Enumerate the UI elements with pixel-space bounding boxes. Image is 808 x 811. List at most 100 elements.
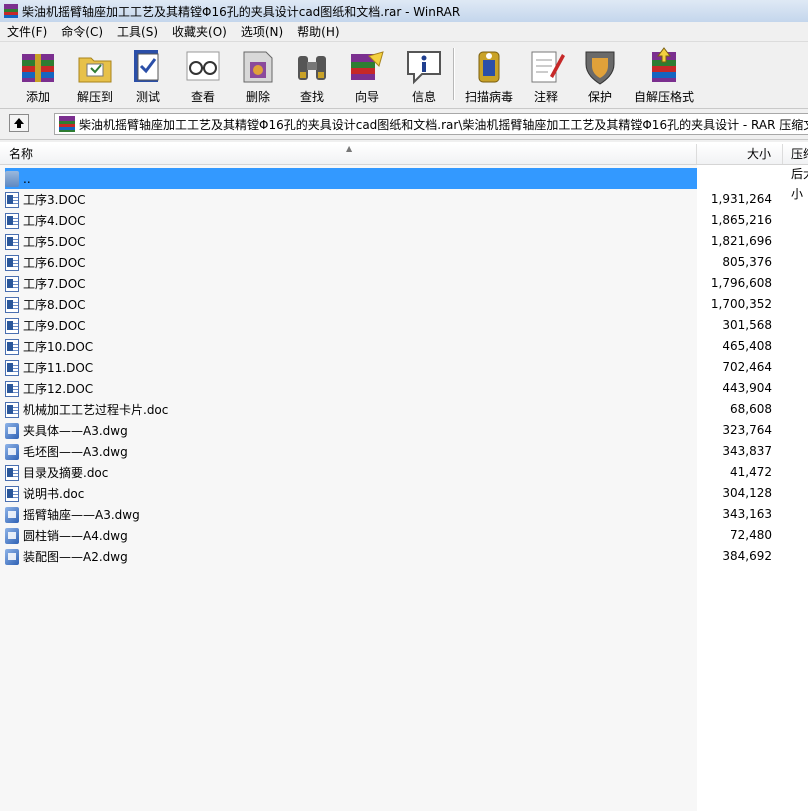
file-size: 343,837 <box>722 444 772 458</box>
word-document-icon <box>5 254 19 271</box>
file-row[interactable]: 工序9.DOC 301,568 <box>0 315 808 336</box>
file-row[interactable]: 工序4.DOC 1,865,216 <box>0 210 808 231</box>
test-button[interactable]: 测试 <box>128 44 168 104</box>
scan-virus-button[interactable]: 扫描病毒 <box>462 44 516 104</box>
file-size <box>697 168 772 189</box>
dwg-drawing-icon <box>5 506 19 523</box>
file-rows: .. 工序3.DOC 1,931,264 工序4.DOC 1,865,216 工序5.DO… <box>0 168 808 567</box>
file-row[interactable]: 工序6.DOC 805,376 <box>0 252 808 273</box>
file-row[interactable]: 工序8.DOC 1,700,352 <box>0 294 808 315</box>
file-size: 1,796,608 <box>710 276 772 290</box>
file-size: 465,408 <box>722 339 772 353</box>
comment-label: 注释 <box>533 90 558 104</box>
protect-label: 保护 <box>587 90 612 104</box>
file-row[interactable]: 工序12.DOC 443,904 <box>0 378 808 399</box>
word-document-icon <box>5 401 19 418</box>
file-size: 1,865,216 <box>710 213 772 227</box>
dwg-drawing-icon <box>5 422 19 439</box>
file-name: .. <box>23 171 31 186</box>
up-one-level-button[interactable] <box>9 114 29 132</box>
menu-options[interactable]: 选项(N) <box>234 23 290 40</box>
word-document-icon <box>5 233 19 250</box>
parent-folder-row[interactable]: .. <box>0 168 808 189</box>
word-document-icon <box>5 338 19 355</box>
word-document-icon <box>5 380 19 397</box>
file-row[interactable]: 目录及摘要.doc 41,472 <box>0 462 808 483</box>
file-name-cell: 工序7.DOC <box>5 273 697 294</box>
sfx-archive-icon <box>644 46 684 86</box>
file-row[interactable]: 工序5.DOC 1,821,696 <box>0 231 808 252</box>
file-name-cell: 工序5.DOC <box>5 231 697 252</box>
dwg-drawing-icon <box>5 443 19 460</box>
file-row[interactable]: 工序10.DOC 465,408 <box>0 336 808 357</box>
menu-favorites[interactable]: 收藏夹(O) <box>165 23 234 40</box>
file-name-cell: 说明书.doc <box>5 483 697 504</box>
find-binoculars-icon <box>292 46 332 86</box>
file-name: 工序7.DOC <box>23 277 86 291</box>
column-size-label: 大小 <box>746 147 771 161</box>
menu-commands[interactable]: 命令(C) <box>54 23 110 40</box>
file-row[interactable]: 装配图——A2.dwg 384,692 <box>0 546 808 567</box>
wizard-button[interactable]: 向导 <box>345 44 389 104</box>
menu-tools[interactable]: 工具(S) <box>110 23 165 40</box>
find-label: 查找 <box>299 90 324 104</box>
file-name: 装配图——A2.dwg <box>23 550 128 564</box>
winrar-app-icon <box>4 4 18 18</box>
add-button[interactable]: 添加 <box>14 44 62 104</box>
comment-pen-icon <box>526 46 566 86</box>
menu-bar: 文件(F) 命令(C) 工具(S) 收藏夹(O) 选项(N) 帮助(H) <box>0 22 808 42</box>
file-row[interactable]: 说明书.doc 304,128 <box>0 483 808 504</box>
file-row[interactable]: 毛坯图——A3.dwg 343,837 <box>0 441 808 462</box>
sort-ascending-icon: ▲ <box>346 144 353 153</box>
extract-to-button[interactable]: 解压到 <box>70 44 120 104</box>
view-glasses-icon <box>183 46 223 86</box>
protect-button[interactable]: 保护 <box>580 44 620 104</box>
file-size: 304,128 <box>722 486 772 500</box>
parent-folder-icon <box>5 170 19 187</box>
add-archive-icon <box>18 46 58 86</box>
dwg-drawing-icon <box>5 527 19 544</box>
file-size: 1,931,264 <box>710 192 772 206</box>
path-field[interactable]: 柴油机摇臂轴座加工工艺及其精镗Φ16孔的夹具设计cad图纸和文档.rar\柴油机… <box>54 113 808 135</box>
word-document-icon <box>5 317 19 334</box>
file-name: 工序8.DOC <box>23 298 86 312</box>
test-icon <box>128 46 168 86</box>
view-button[interactable]: 查看 <box>180 44 226 104</box>
menu-file[interactable]: 文件(F) <box>0 23 54 40</box>
extract-to-label: 解压到 <box>76 90 113 104</box>
comment-button[interactable]: 注释 <box>526 44 566 104</box>
file-row[interactable]: 夹具体——A3.dwg 323,764 <box>0 420 808 441</box>
column-name-label: 名称 <box>9 147 34 161</box>
file-name: 工序9.DOC <box>23 319 86 333</box>
menu-help[interactable]: 帮助(H) <box>290 23 346 40</box>
file-size: 384,692 <box>722 549 772 563</box>
protect-shield-icon <box>580 46 620 86</box>
file-name-cell: 工序3.DOC <box>5 189 697 210</box>
delete-icon <box>238 46 278 86</box>
file-row[interactable]: 工序7.DOC 1,796,608 <box>0 273 808 294</box>
file-row[interactable]: 机械加工工艺过程卡片.doc 68,608 <box>0 399 808 420</box>
column-header-packed[interactable]: 压缩后大小 <box>783 144 808 201</box>
file-row[interactable]: 工序3.DOC 1,931,264 <box>0 189 808 210</box>
file-name-cell: 工序6.DOC <box>5 252 697 273</box>
file-row[interactable]: 摇臂轴座——A3.dwg 343,163 <box>0 504 808 525</box>
file-name-cell: 工序11.DOC <box>5 357 697 378</box>
file-name: 机械加工工艺过程卡片.doc <box>23 403 169 417</box>
file-row[interactable]: 圆柱销——A4.dwg 72,480 <box>0 525 808 546</box>
file-row[interactable]: 工序11.DOC 702,464 <box>0 357 808 378</box>
file-name-cell: 工序10.DOC <box>5 336 697 357</box>
column-header-size[interactable]: 大小 <box>697 144 783 164</box>
file-name-cell: 毛坯图——A3.dwg <box>5 441 697 462</box>
title-bar: 柴油机摇臂轴座加工工艺及其精镗Φ16孔的夹具设计cad图纸和文档.rar - W… <box>0 0 808 22</box>
toolbar: 添加 解压到 测试 查看 删除 查找 向导 信息 扫描病毒 注释 保护 自解压格… <box>0 42 808 109</box>
file-name-cell: 工序8.DOC <box>5 294 697 315</box>
sfx-button[interactable]: 自解压格式 <box>632 44 696 104</box>
file-name-cell: .. <box>5 168 697 189</box>
delete-button[interactable]: 删除 <box>236 44 280 104</box>
info-button[interactable]: 信息 <box>402 44 446 104</box>
scan-virus-label: 扫描病毒 <box>464 90 513 104</box>
file-name: 说明书.doc <box>23 487 85 501</box>
file-name-cell: 工序12.DOC <box>5 378 697 399</box>
wizard-icon <box>347 46 387 86</box>
find-button[interactable]: 查找 <box>290 44 334 104</box>
